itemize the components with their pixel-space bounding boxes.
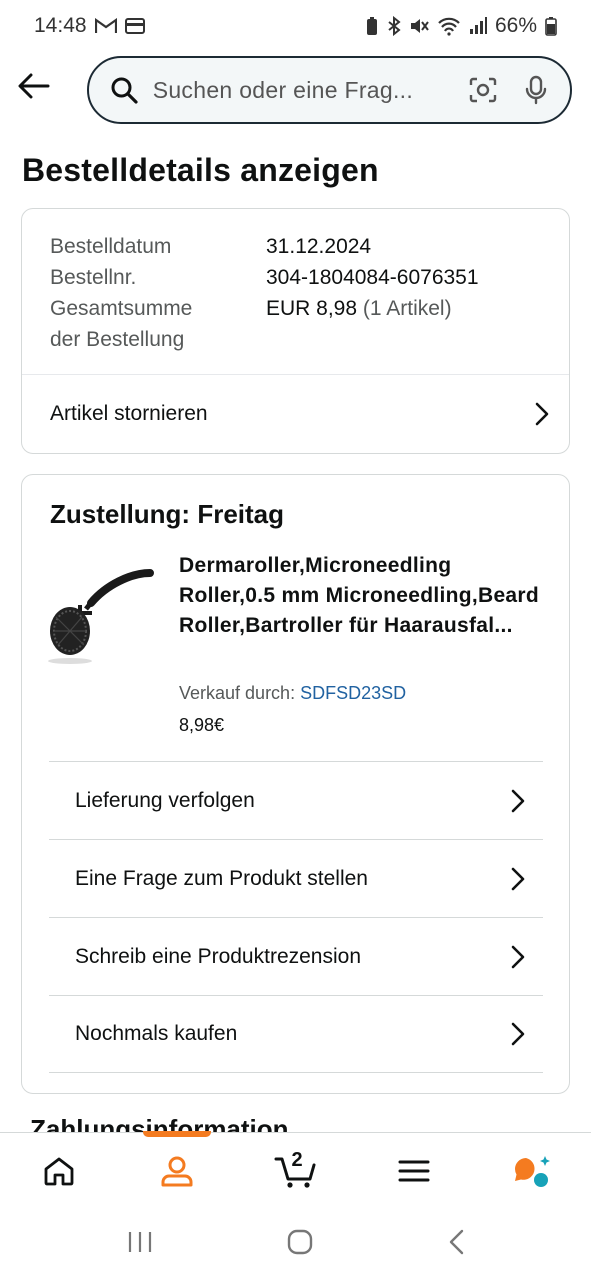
order-summary-card: Bestelldatum 31.12.2024 Bestellnr. 304-1… bbox=[21, 208, 570, 454]
search-input[interactable] bbox=[152, 76, 449, 104]
card-icon bbox=[124, 18, 145, 34]
home-icon bbox=[44, 1157, 74, 1185]
microphone-icon[interactable] bbox=[516, 70, 556, 110]
chevron-right-icon bbox=[511, 945, 525, 968]
order-number-label: Bestellnr. bbox=[50, 266, 137, 289]
nav-home[interactable] bbox=[0, 1133, 118, 1208]
product-image[interactable] bbox=[46, 565, 158, 665]
action-label: Schreib eine Produktrezension bbox=[75, 944, 362, 968]
account-icon bbox=[161, 1156, 193, 1186]
gmail-icon bbox=[94, 18, 117, 34]
order-number-row: Bestellnr. 304-1804084-6076351 bbox=[50, 262, 550, 293]
nav-menu[interactable] bbox=[355, 1133, 473, 1208]
order-total-row: Gesamtsumme der Bestellung EUR 8,98 (1 Ar… bbox=[50, 293, 550, 355]
nav-account[interactable] bbox=[118, 1133, 236, 1208]
mute-icon bbox=[409, 16, 429, 36]
chevron-right-icon bbox=[511, 1022, 525, 1046]
search-bar[interactable] bbox=[87, 56, 572, 124]
action-label: Lieferung verfolgen bbox=[75, 788, 255, 812]
buy-again-button[interactable]: Nochmals kaufen bbox=[49, 995, 543, 1073]
rufus-chat-icon bbox=[514, 1155, 550, 1187]
bluetooth-icon bbox=[387, 16, 401, 36]
home-circle-icon bbox=[287, 1229, 312, 1254]
menu-icon bbox=[398, 1160, 430, 1181]
order-date-value: 31.12.2024 bbox=[266, 235, 372, 258]
back-arrow-icon bbox=[18, 73, 50, 99]
page-title: Bestelldetails anzeigen bbox=[22, 152, 379, 188]
order-date-row: Bestelldatum 31.12.2024 bbox=[50, 231, 550, 262]
battery-saver-icon bbox=[365, 16, 379, 36]
ask-product-question-button[interactable]: Eine Frage zum Produkt stellen bbox=[49, 839, 543, 917]
order-total-label-line2: der Bestellung bbox=[50, 328, 185, 351]
system-nav-bar bbox=[0, 1208, 591, 1280]
delivery-actions: Lieferung verfolgen Eine Frage zum Produ… bbox=[49, 761, 543, 1073]
cancel-items-label: Artikel stornieren bbox=[50, 402, 208, 425]
order-info: Bestelldatum 31.12.2024 Bestellnr. 304-1… bbox=[50, 231, 550, 355]
action-label: Nochmals kaufen bbox=[75, 1022, 238, 1045]
delivery-card: Zustellung: Freitag Dermaroller,Micronee… bbox=[21, 474, 570, 1094]
order-date-label: Bestelldatum bbox=[50, 235, 172, 258]
product-price: 8,98€ bbox=[179, 715, 225, 735]
back-button[interactable] bbox=[14, 66, 54, 106]
chevron-right-icon bbox=[511, 867, 525, 890]
clock: 14:48 bbox=[34, 14, 87, 37]
delivery-title: Zustellung: Freitag bbox=[50, 499, 284, 529]
order-number-value: 304-1804084-6076351 bbox=[266, 266, 479, 289]
action-label: Eine Frage zum Produkt stellen bbox=[75, 866, 368, 890]
seller-label: Verkauf durch: bbox=[179, 683, 296, 703]
home-button[interactable] bbox=[286, 1228, 314, 1261]
bottom-nav: 2 bbox=[0, 1132, 591, 1208]
chevron-right-icon bbox=[511, 789, 525, 812]
search-icon bbox=[107, 73, 141, 107]
order-total-value: EUR 8,98 (1 Artikel) bbox=[266, 293, 452, 355]
battery-icon bbox=[545, 16, 557, 36]
system-back-icon bbox=[449, 1229, 463, 1254]
product-title-link[interactable]: Dermaroller,Microneedling Roller,0.5 mm … bbox=[179, 551, 549, 641]
track-package-button[interactable]: Lieferung verfolgen bbox=[49, 761, 543, 839]
system-back-button[interactable] bbox=[447, 1228, 465, 1261]
write-review-button[interactable]: Schreib eine Produktrezension bbox=[49, 917, 543, 995]
chevron-right-icon bbox=[535, 402, 549, 426]
order-total-label: Gesamtsumme der Bestellung bbox=[50, 293, 266, 355]
recent-apps-icon bbox=[128, 1231, 151, 1252]
order-item-count: (1 Artikel) bbox=[362, 297, 452, 320]
seller-link[interactable]: SDFSD23SD bbox=[300, 683, 406, 703]
order-total-label-line1: Gesamtsumme bbox=[50, 297, 193, 320]
signal-icon bbox=[469, 17, 487, 35]
order-total-amount: EUR 8,98 bbox=[266, 297, 358, 320]
status-bar: 14:48 66% bbox=[0, 0, 591, 52]
search-header bbox=[0, 52, 591, 128]
cancel-items-button[interactable]: Artikel stornieren bbox=[22, 375, 569, 453]
seller-info: Verkauf durch: SDFSD23SD bbox=[179, 683, 406, 704]
nav-cart[interactable]: 2 bbox=[236, 1133, 354, 1208]
recent-apps-button[interactable] bbox=[127, 1230, 153, 1259]
cart-count: 2 bbox=[291, 1149, 303, 1171]
battery-percent: 66% bbox=[494, 14, 537, 37]
nav-rufus[interactable] bbox=[473, 1133, 591, 1208]
wifi-icon bbox=[437, 16, 461, 36]
camera-icon[interactable] bbox=[463, 70, 503, 110]
